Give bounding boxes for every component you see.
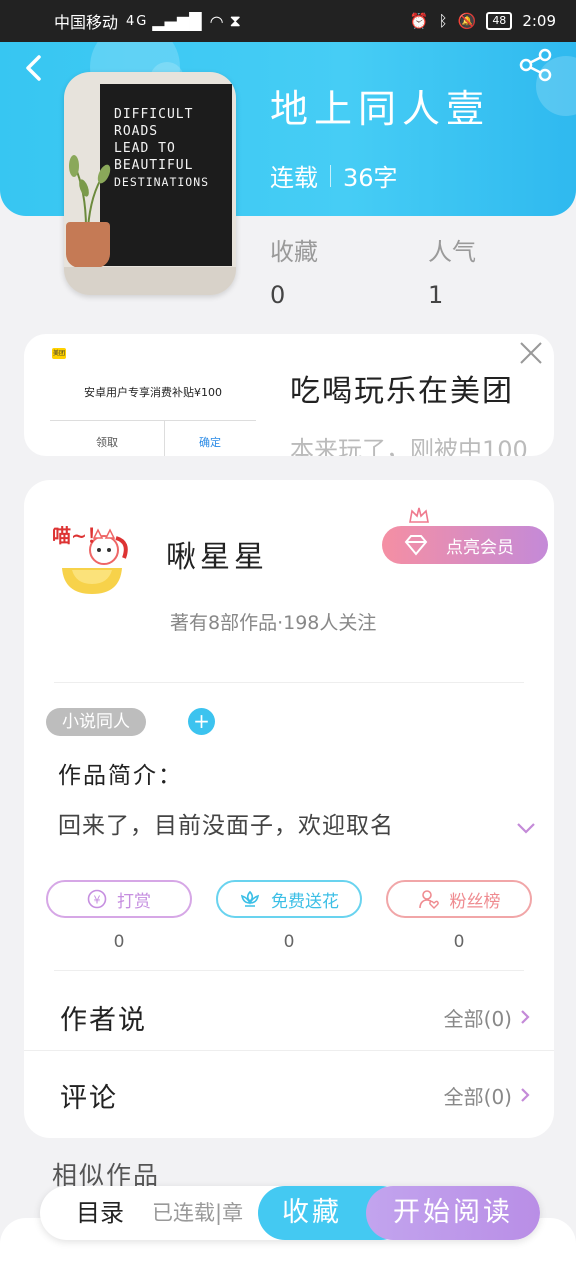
- divider: [330, 164, 331, 187]
- carrier-name: 中国移动: [54, 13, 119, 32]
- action-buttons: ¥ 打赏 免费送花 粉丝榜: [46, 880, 532, 918]
- intro-label: 作品简介：: [58, 763, 183, 789]
- word-count: 36字: [343, 164, 398, 192]
- ad-brand-logo: 美团: [52, 348, 66, 359]
- cover-text-line: ROADS: [114, 124, 159, 139]
- action-counts: 0 0 0: [46, 932, 532, 952]
- stat-value: 0: [270, 281, 286, 309]
- book-status-line: 连载 36字: [270, 158, 398, 193]
- book-cover[interactable]: DIFFICULT ROADS LEAD TO BEAUTIFUL DESTIN…: [64, 72, 236, 295]
- intro-text: 回来了，目前没面子，欢迎取名: [58, 813, 394, 839]
- add-tag-button[interactable]: +: [188, 708, 215, 735]
- chevron-left-icon: [26, 55, 41, 81]
- action-label: 免费送花: [271, 891, 339, 912]
- reward-button[interactable]: ¥ 打赏: [46, 880, 192, 918]
- reward-count: 0: [113, 932, 125, 952]
- battery-level: 48: [492, 14, 507, 27]
- section-title: 评论: [60, 1082, 118, 1114]
- author-name[interactable]: 啾星星: [166, 532, 268, 576]
- ad-close-button[interactable]: [518, 340, 544, 366]
- view-all-link[interactable]: 全部(0): [444, 1003, 530, 1032]
- cover-table: [64, 267, 236, 295]
- yen-coin-icon: ¥: [87, 889, 107, 909]
- serial-status: 连载: [270, 164, 318, 192]
- share-icon: [519, 48, 552, 82]
- cover-text-line: DESTINATIONS: [114, 175, 210, 189]
- ad-headline: 吃喝玩乐在美团: [290, 374, 514, 409]
- network-type: 4G: [126, 13, 149, 29]
- expand-intro-button[interactable]: [516, 820, 536, 834]
- ad-thumbnail: 美团 安卓用户专享消费补贴¥100 领取 确定: [50, 342, 256, 456]
- author-meta: 著有8部作品·198人关注: [170, 612, 377, 634]
- flower-icon: [240, 890, 260, 907]
- crown-icon: [409, 507, 429, 523]
- fans-count: 0: [453, 932, 465, 952]
- toc-status: 已连载|章: [152, 1201, 244, 1225]
- avatar-text: 喵~！: [52, 524, 106, 547]
- back-button[interactable]: [16, 50, 52, 86]
- mute-icon: 🔕: [457, 12, 477, 30]
- stat-label: 人气: [428, 238, 476, 266]
- book-title: 地上同人壹: [270, 87, 491, 131]
- battery-icon: 48: [486, 12, 513, 30]
- action-label: 粉丝榜: [449, 891, 501, 912]
- vip-label: 点亮会员: [446, 537, 514, 558]
- cover-pot: [66, 222, 110, 268]
- plant-icon: [69, 155, 111, 228]
- cover-text-line: DIFFICULT: [114, 107, 194, 122]
- view-all-label: 全部(0): [443, 1084, 512, 1109]
- action-label: 打赏: [117, 891, 151, 912]
- send-flower-button[interactable]: 免费送花: [216, 880, 362, 918]
- divider: [24, 1050, 554, 1051]
- genre-tag[interactable]: 小说同人: [46, 708, 146, 736]
- signal-icon: ▂▄▆█: [152, 11, 202, 31]
- stat-label: 收藏: [270, 238, 318, 266]
- author-card: 喵~！ 啾星星 点亮会员 著有8部作品·198人关注 小说同人 + 作品简介： …: [24, 480, 554, 1138]
- section-title: 作者说: [60, 1004, 147, 1036]
- vip-button[interactable]: 点亮会员: [382, 526, 548, 564]
- divider: [50, 420, 256, 421]
- cover-text-line: BEAUTIFUL: [114, 158, 194, 173]
- svg-text:¥: ¥: [94, 894, 101, 907]
- share-button[interactable]: [518, 48, 558, 84]
- book-stats: 收藏 0 人气 1: [270, 232, 576, 309]
- ad-offer-text: 安卓用户专享消费补贴¥100: [84, 386, 222, 399]
- divider: [54, 682, 524, 683]
- ad-claim-label: 领取: [96, 436, 118, 449]
- chevron-right-icon: [521, 1010, 530, 1024]
- bluetooth-icon: ᛒ: [438, 12, 448, 30]
- wifi-icon: ◠: [209, 11, 224, 31]
- view-all-link[interactable]: 全部(0): [444, 1081, 530, 1110]
- divider: [54, 970, 524, 971]
- ad-subline: 本来玩了，刚被中100: [290, 436, 528, 456]
- cat-avatar-icon: 喵~！: [46, 508, 138, 600]
- view-all-label: 全部(0): [443, 1006, 512, 1031]
- stat-popularity: 人气 1: [428, 232, 576, 309]
- avatar[interactable]: 喵~！: [46, 508, 138, 600]
- author-says-row[interactable]: 作者说 全部(0): [24, 978, 554, 1056]
- comments-row[interactable]: 评论 全部(0): [24, 1056, 554, 1134]
- cover-text: DIFFICULT ROADS LEAD TO BEAUTIFUL DESTIN…: [114, 106, 209, 191]
- ad-confirm-label: 确定: [199, 436, 221, 449]
- bottom-action-bar: 目录 已连载|章 收藏 开始阅读: [40, 1186, 540, 1240]
- cover-text-line: LEAD TO: [114, 141, 176, 156]
- stat-favorites: 收藏 0: [270, 232, 428, 309]
- chevron-right-icon: [521, 1088, 530, 1102]
- ad-banner[interactable]: 美团 安卓用户专享消费补贴¥100 领取 确定 吃喝玩乐在美团 本来玩了，刚被中…: [24, 334, 554, 456]
- user-heart-icon: [418, 890, 439, 909]
- clock: 2:09: [522, 12, 556, 30]
- chevron-down-icon: [517, 823, 535, 834]
- fans-ranking-button[interactable]: 粉丝榜: [386, 880, 532, 918]
- status-bar: 中国移动 4G ▂▄▆█ ◠ ⧗ ⏰ ᛒ 🔕 48 2:09: [0, 0, 576, 42]
- alarm-icon: ⏰: [409, 12, 429, 30]
- diamond-icon: [404, 535, 428, 556]
- hourglass-icon: ⧗: [229, 11, 241, 30]
- close-icon: [520, 342, 542, 364]
- start-reading-button[interactable]: 开始阅读: [366, 1186, 540, 1240]
- stat-value: 1: [428, 281, 444, 309]
- table-of-contents-button[interactable]: 目录: [76, 1186, 124, 1240]
- flower-count: 0: [283, 932, 295, 952]
